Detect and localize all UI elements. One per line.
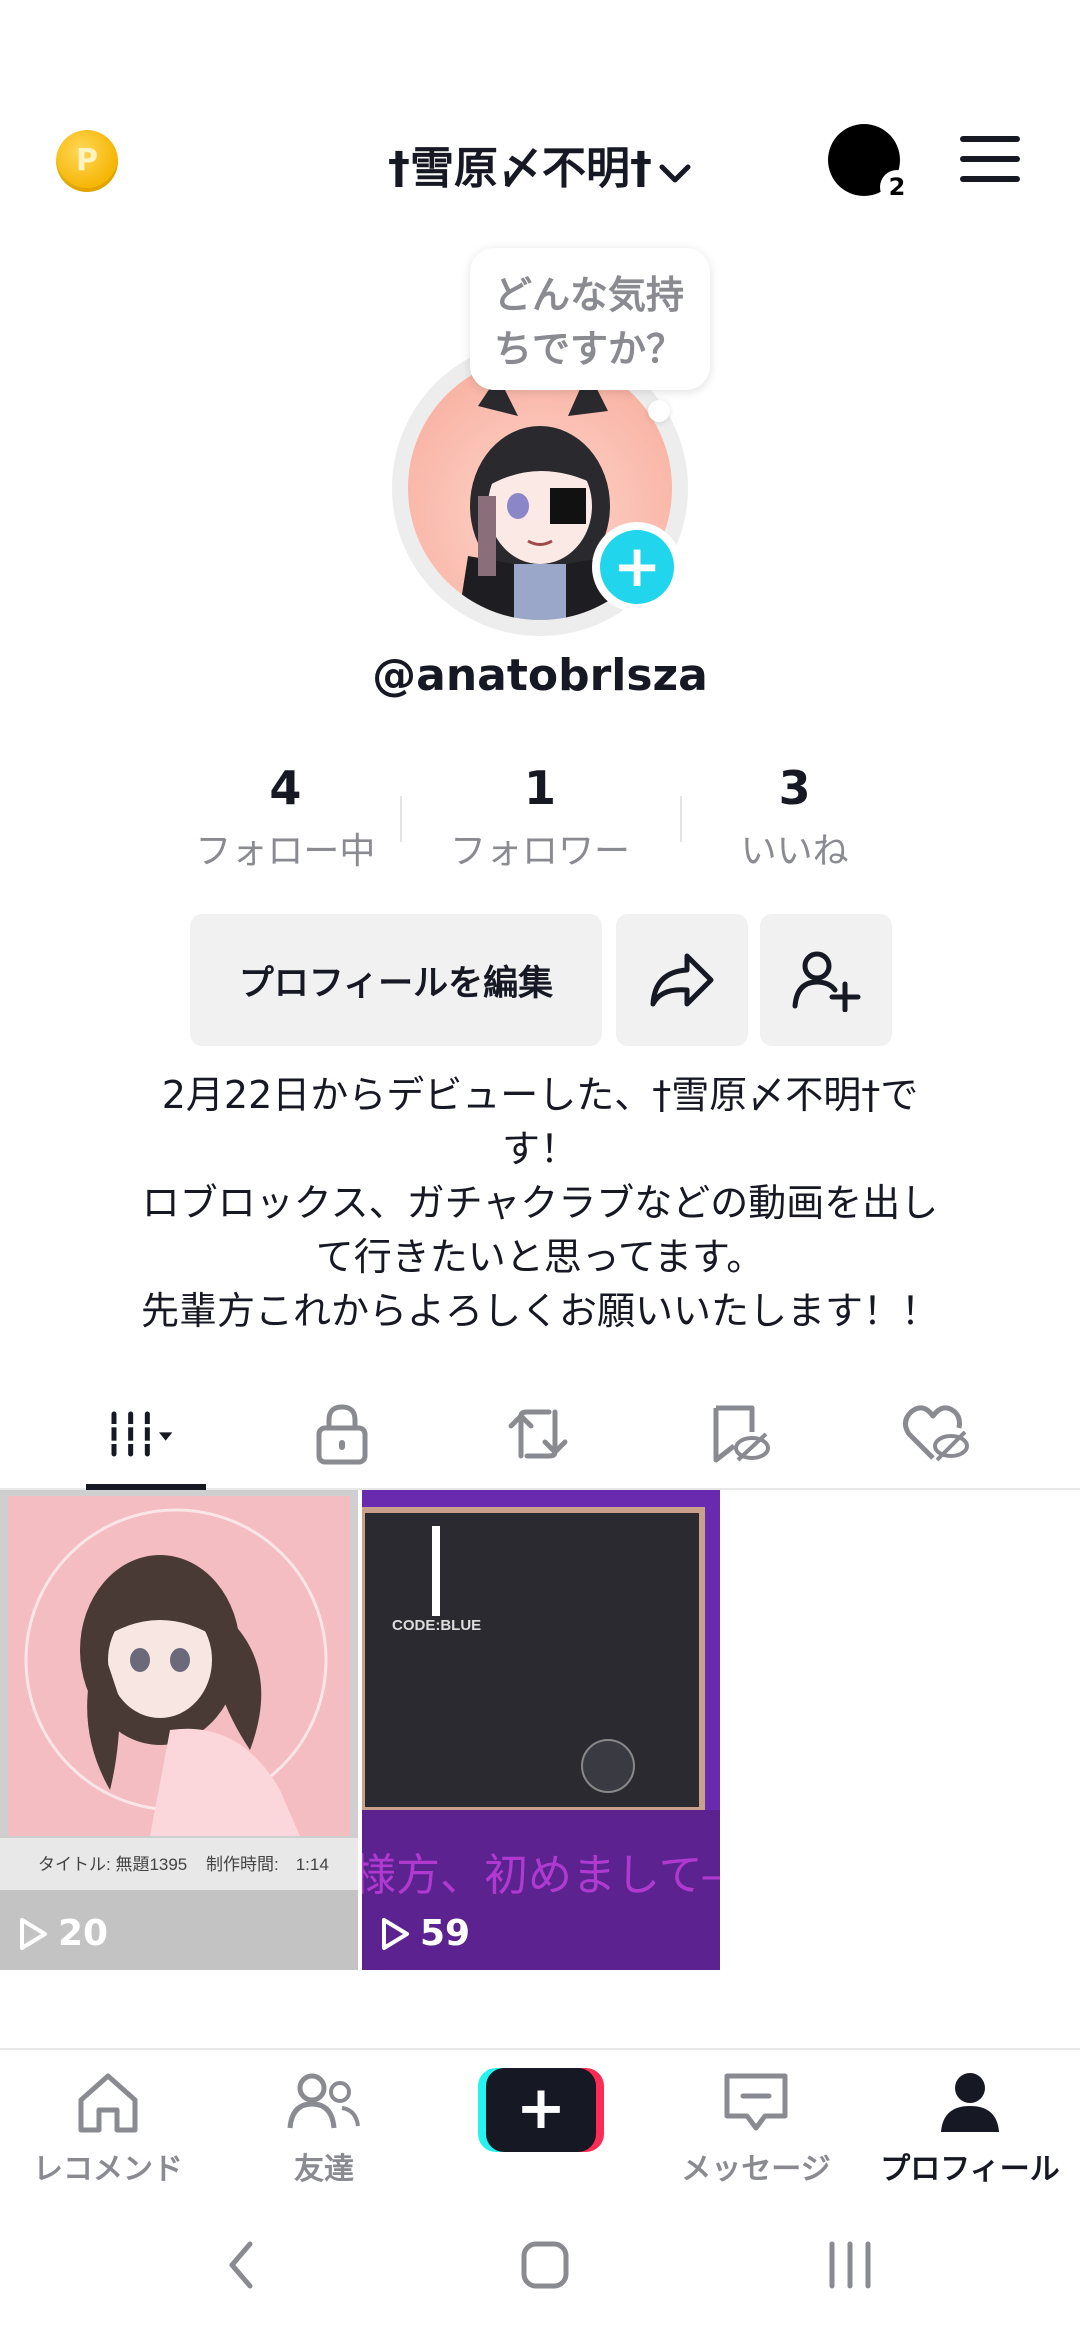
bio-line: ロブロックス、ガチャクラブなどの動画を出し (141, 1181, 939, 1225)
nav-label: メッセージ (681, 2152, 831, 2187)
share-icon (650, 953, 714, 1007)
stats-row: 4 フォロー中 1 フォロワー 3 いいね (158, 758, 922, 888)
system-nav (0, 2190, 1080, 2340)
profile-icon (941, 2073, 999, 2132)
stat-value: 3 (778, 761, 811, 815)
view-count-value: 59 (420, 1913, 471, 1954)
friends-icon (287, 2073, 360, 2129)
nav-label: プロフィール (880, 2152, 1060, 2187)
recent-apps-icon[interactable] (826, 2240, 874, 2290)
stat-label: いいね (740, 831, 849, 872)
nav-messages[interactable]: メッセージ (656, 2070, 856, 2188)
notification-badge: 2 (880, 170, 914, 204)
profile-header: P †雪原〆不明† 2 (0, 110, 1080, 210)
bubble-text-line1: どんな気持 (494, 273, 685, 317)
bio-line: 先輩方これからよろしくお願いいたします！！ (140, 1289, 939, 1333)
mood-bubble[interactable]: どんな気持 ちですか？ (470, 248, 710, 390)
view-count: 59 (380, 1913, 470, 1954)
add-user-icon (792, 951, 861, 1012)
stat-value: 4 (269, 761, 302, 815)
tab-favorites[interactable] (700, 1394, 780, 1474)
video-thumbnail[interactable]: CODE:BLUE 様方、初めまして― 59 (362, 1490, 720, 1970)
stat-likes[interactable]: 3 いいね (667, 758, 922, 888)
thumbnail-art: タイトル: 無題1395 制作時間: 1:14 (0, 1490, 358, 1970)
home-button-icon[interactable] (520, 2240, 570, 2290)
back-icon[interactable] (226, 2240, 256, 2290)
stat-label: フォロワー (450, 831, 631, 872)
bubble-text-line2: ちですか？ (494, 327, 685, 371)
add-icon: + (600, 530, 674, 604)
home-icon (78, 2073, 138, 2133)
create-button[interactable]: + (478, 2068, 604, 2152)
bookmark-hidden-icon (713, 1405, 770, 1463)
chevron-down-icon (658, 146, 692, 197)
story-avatar[interactable]: 2 (828, 124, 914, 204)
nav-home[interactable]: レコメンド (8, 2070, 208, 2188)
overlay-caption: 様方、初めまして― (362, 1850, 720, 1901)
lock-icon (316, 1404, 368, 1465)
bottom-nav: レコメンド 友達 + メッセージ プロフィール (0, 2048, 1080, 2188)
stat-label: フォロー中 (195, 831, 376, 872)
bio-line: て行きたいと思ってます。 (315, 1235, 765, 1279)
share-profile-button[interactable] (616, 914, 748, 1046)
profile-bio: 2月22日からデビューした、†雪原〆不明†で す！ ロブロックス、ガチャクラブな… (100, 1068, 980, 1338)
thumbnail-art: CODE:BLUE 様方、初めまして― (362, 1490, 720, 1970)
add-friend-button[interactable] (760, 914, 892, 1046)
stat-followers[interactable]: 1 フォロワー (413, 758, 668, 888)
username: @anatobrlsza (372, 650, 708, 701)
overlay-code: CODE:BLUE (392, 1617, 481, 1634)
bubble-tail (648, 400, 670, 422)
tab-videos[interactable] (104, 1394, 184, 1474)
video-thumbnail[interactable]: タイトル: 無題1395 制作時間: 1:14 20 (0, 1490, 358, 1970)
divider (400, 796, 402, 842)
nav-label: レコメンド (33, 2152, 183, 2187)
nav-friends[interactable]: 友達 (224, 2070, 424, 2188)
divider (680, 796, 682, 842)
stat-value: 1 (524, 761, 557, 815)
account-name: †雪原〆不明† (388, 143, 652, 194)
video-grid: タイトル: 無題1395 制作時間: 1:14 20 CODE:BLUE 様方、… (0, 1490, 1080, 1970)
view-count-value: 20 (58, 1913, 109, 1954)
view-count: 20 (18, 1913, 108, 1954)
tab-reposts[interactable] (498, 1394, 578, 1474)
add-story-button[interactable]: + (592, 522, 682, 612)
message-icon (724, 2073, 788, 2131)
content-tabs (0, 1380, 1080, 1490)
stat-following[interactable]: 4 フォロー中 (158, 758, 413, 888)
tab-private[interactable] (302, 1394, 382, 1474)
bio-line: す！ (501, 1127, 578, 1171)
account-switcher[interactable]: †雪原〆不明† (0, 132, 1080, 197)
caption-time: 制作時間: 1:14 (206, 1855, 329, 1874)
caption-title: タイトル: 無題1395 (38, 1855, 187, 1874)
grid-icon (109, 1411, 173, 1457)
nav-profile[interactable]: プロフィール (870, 2070, 1070, 2188)
tab-liked[interactable] (896, 1394, 976, 1474)
edit-profile-button[interactable]: プロフィールを編集 (190, 914, 602, 1046)
repost-icon (508, 1409, 568, 1459)
action-buttons: プロフィールを編集 (190, 914, 892, 1046)
play-icon (382, 1917, 409, 1950)
heart-hidden-icon (903, 1405, 969, 1462)
menu-icon[interactable] (960, 136, 1020, 184)
plus-icon: + (486, 2068, 596, 2152)
bio-line: 2月22日からデビューした、†雪原〆不明†で (161, 1073, 919, 1117)
nav-label: 友達 (294, 2152, 354, 2187)
play-icon (20, 1917, 47, 1950)
